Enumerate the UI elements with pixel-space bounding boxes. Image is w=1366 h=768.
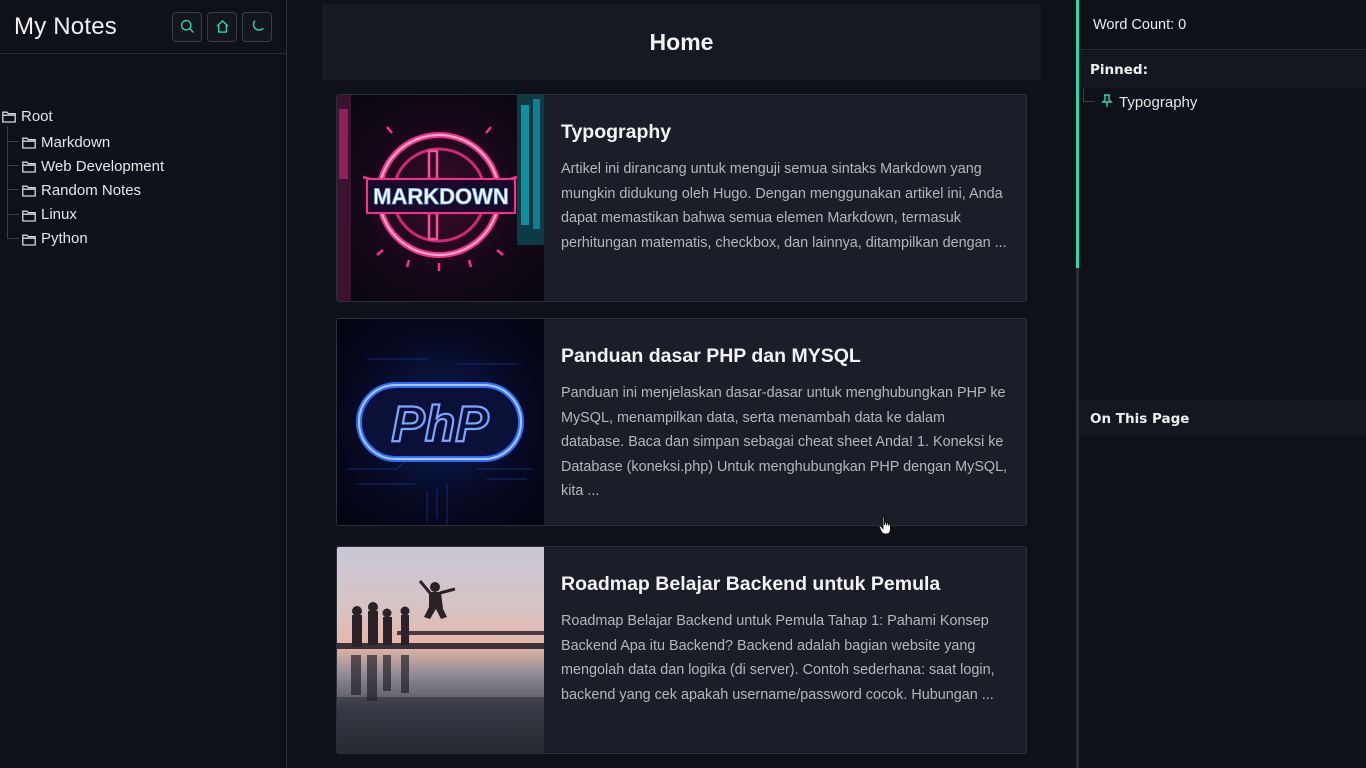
post-thumbnail[interactable]: MARKDOWN bbox=[337, 95, 544, 301]
home-icon bbox=[216, 20, 228, 33]
post-thumbnail[interactable] bbox=[337, 547, 544, 753]
post-card[interactable]: Roadmap Belajar Backend untuk Pemula Roa… bbox=[336, 546, 1027, 754]
pinned-item-typography[interactable]: Typography bbox=[1079, 90, 1197, 114]
post-thumbnail[interactable]: PhP bbox=[337, 319, 544, 525]
post-excerpt: Artikel ini dirancang untuk menguji semu… bbox=[561, 161, 1007, 251]
theme-toggle-button[interactable] bbox=[242, 11, 272, 42]
hand-cursor-icon bbox=[878, 516, 891, 535]
tree-item-random-notes[interactable]: Random Notes bbox=[0, 178, 164, 202]
tree-item-label: Markdown bbox=[41, 133, 111, 151]
tree-root-label: Root bbox=[21, 107, 53, 125]
sidebar-actions bbox=[172, 11, 272, 42]
folder-icon bbox=[22, 136, 36, 149]
sunset-jump-photo bbox=[337, 580, 544, 753]
thumbnail-text: PhP bbox=[391, 396, 489, 452]
thumbnail-text: MARKDOWN bbox=[373, 184, 509, 209]
post-excerpt: Roadmap Belajar Backend untuk Pemula Tah… bbox=[561, 613, 995, 703]
tree-item-markdown[interactable]: Markdown bbox=[0, 130, 164, 154]
toc-heading: On This Page bbox=[1079, 400, 1366, 437]
post-card[interactable]: MARKDOWN Typography Artikel ini dirancan… bbox=[336, 94, 1027, 302]
tree-item-python[interactable]: Python bbox=[0, 227, 164, 251]
sidebar-header: My Notes bbox=[0, 0, 286, 54]
right-panel: Word Count: 0 Pinned: Typography On This… bbox=[1076, 0, 1366, 768]
post-card[interactable]: PhP Panduan dasar PHP dan MYSQL Panduan … bbox=[336, 318, 1027, 526]
folder-icon bbox=[22, 209, 36, 222]
post-title[interactable]: Typography bbox=[561, 121, 1008, 144]
app-window: My Notes Root Markdown Web Development R… bbox=[0, 0, 1366, 768]
post-body: Panduan dasar PHP dan MYSQL Panduan ini … bbox=[544, 319, 1026, 525]
tree-item-label: Linux bbox=[41, 206, 77, 224]
tree-item-web-development[interactable]: Web Development bbox=[0, 154, 164, 178]
post-title[interactable]: Roadmap Belajar Backend untuk Pemula bbox=[561, 573, 1008, 596]
folder-icon bbox=[22, 233, 36, 246]
folder-icon bbox=[22, 160, 36, 173]
folder-icon bbox=[2, 110, 16, 123]
word-count: Word Count: 0 bbox=[1079, 0, 1366, 50]
main-content: Home MARKDOWN Typography Artikel ini dir… bbox=[322, 0, 1042, 768]
pinned-item-label: Typography bbox=[1119, 93, 1198, 111]
pinned-heading: Pinned: bbox=[1079, 51, 1366, 88]
pin-icon bbox=[1101, 94, 1113, 108]
tree-guide-line bbox=[1083, 88, 1084, 101]
search-button[interactable] bbox=[172, 11, 202, 42]
markdown-neon-image: MARKDOWN bbox=[337, 95, 544, 301]
tree-item-label: Random Notes bbox=[41, 181, 142, 199]
page-title: Home bbox=[649, 28, 714, 55]
tree-item-label: Python bbox=[41, 230, 88, 248]
sidebar: My Notes Root Markdown Web Development R… bbox=[0, 0, 287, 768]
post-excerpt: Panduan ini menjelaskan dasar-dasar untu… bbox=[561, 385, 1008, 500]
tree-root[interactable]: Root bbox=[0, 106, 53, 126]
post-body: Roadmap Belajar Backend untuk Pemula Roa… bbox=[544, 547, 1026, 753]
folder-icon bbox=[22, 184, 36, 198]
tree-guide-line bbox=[1083, 101, 1095, 102]
tree-children: Markdown Web Development Random Notes Li… bbox=[0, 130, 164, 251]
php-neon-image: PhP bbox=[347, 358, 533, 524]
search-icon bbox=[180, 19, 194, 33]
moon-icon bbox=[252, 20, 264, 31]
tree-item-label: Web Development bbox=[41, 157, 165, 175]
post-title[interactable]: Panduan dasar PHP dan MYSQL bbox=[561, 345, 1008, 368]
post-body: Typography Artikel ini dirancang untuk m… bbox=[544, 95, 1026, 301]
home-button[interactable] bbox=[207, 11, 237, 42]
page-header: Home bbox=[322, 4, 1041, 80]
tree-item-linux[interactable]: Linux bbox=[0, 203, 164, 227]
site-title[interactable]: My Notes bbox=[14, 13, 117, 41]
